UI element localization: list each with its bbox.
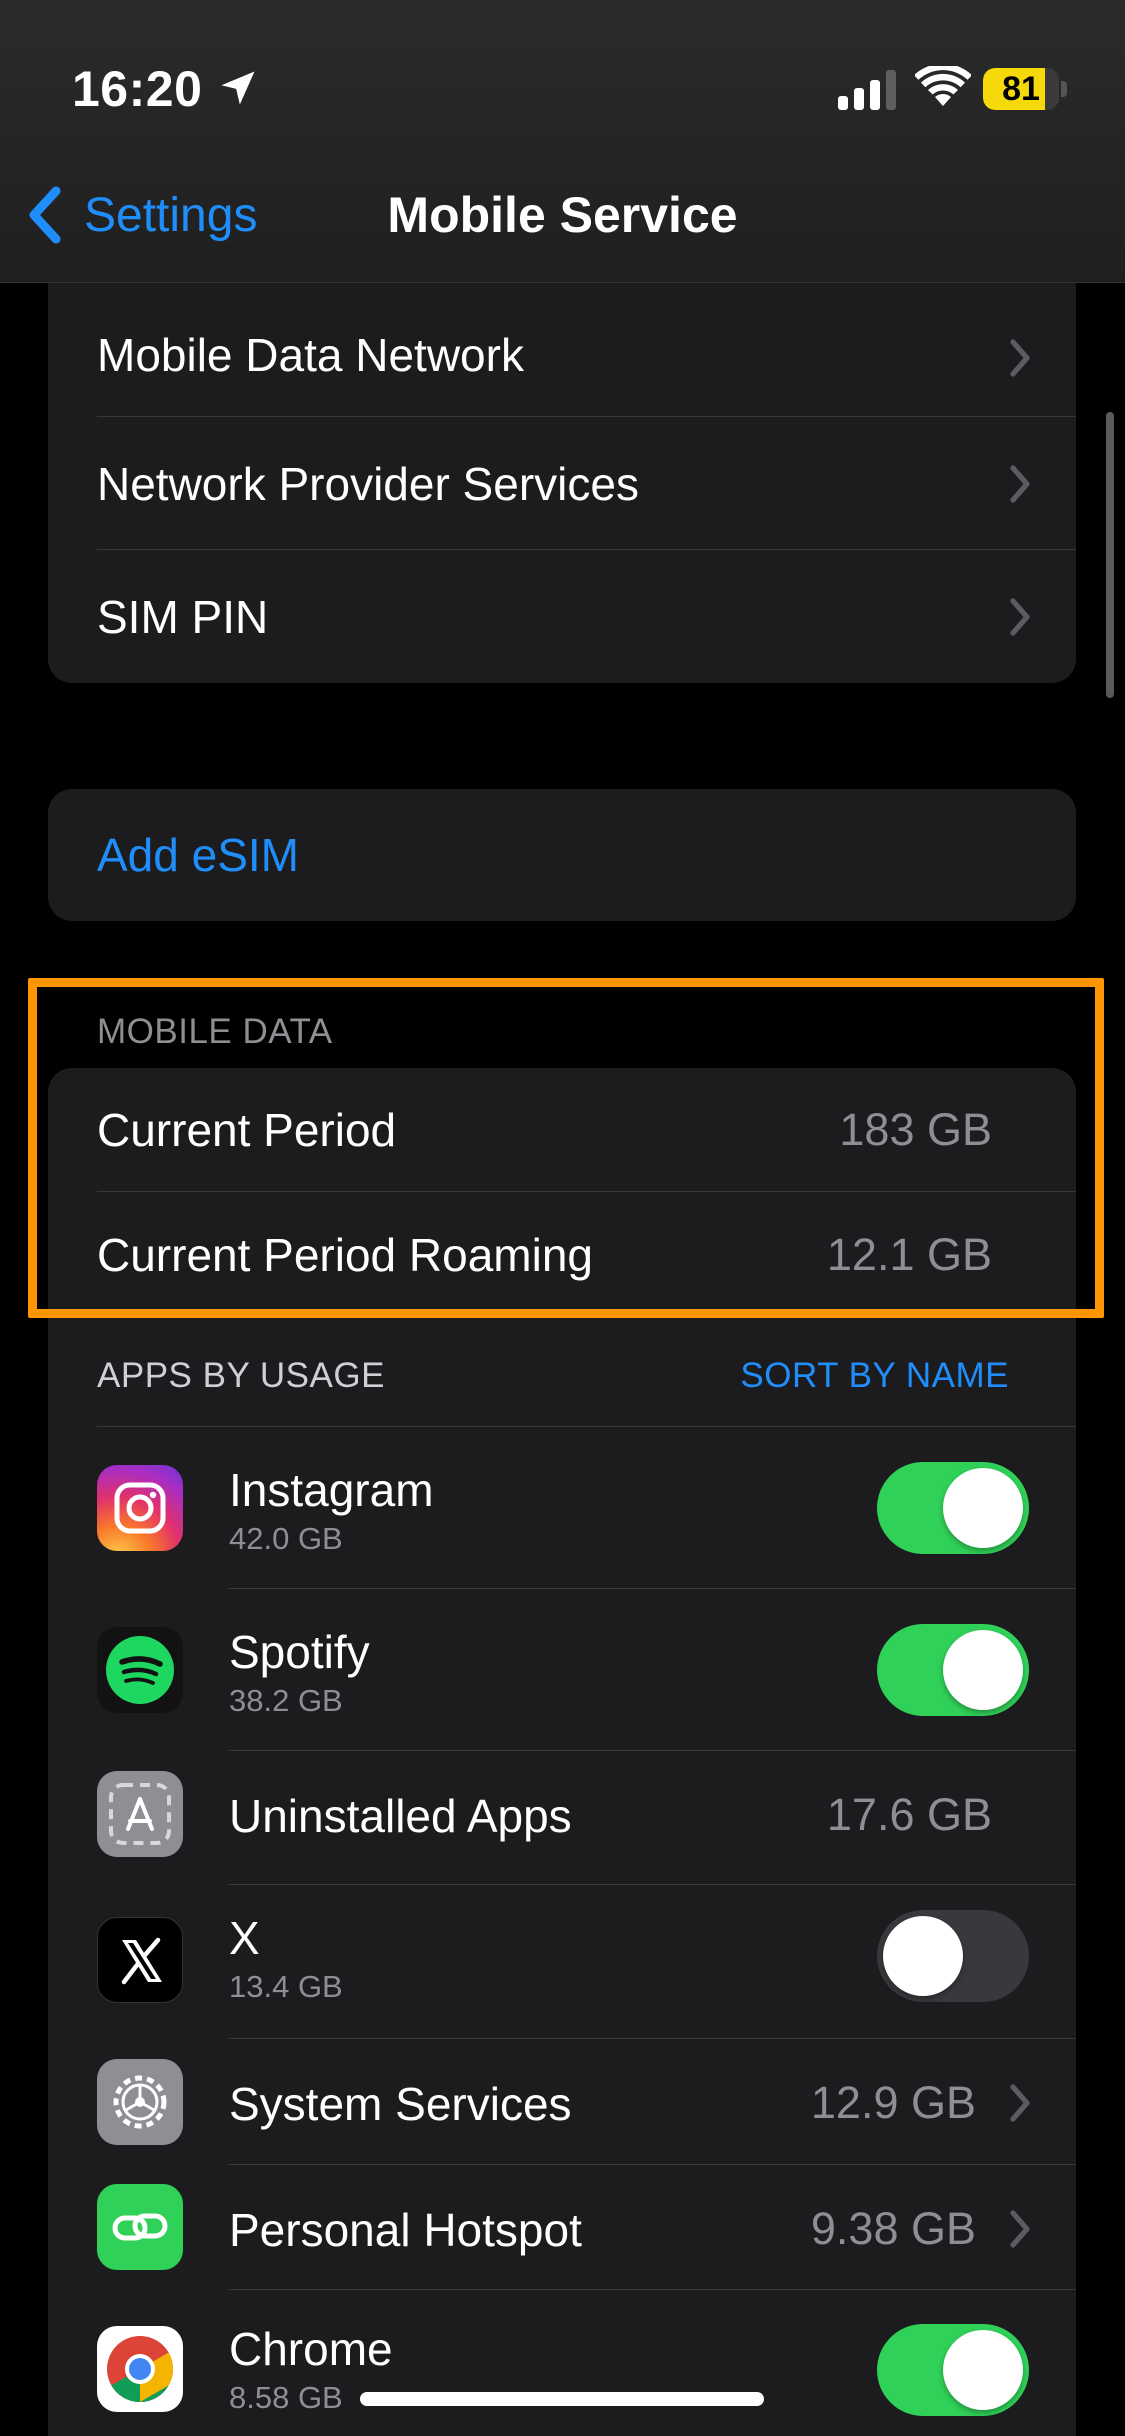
app-size: 38.2 GB xyxy=(229,1683,343,1718)
sort-by-name-button[interactable]: SORT BY NAME xyxy=(740,1356,1009,1396)
chevron-right-icon xyxy=(1010,597,1030,636)
app-name: Spotify xyxy=(229,1626,370,1678)
app-name: System Services xyxy=(229,2078,572,2130)
app-name: Uninstalled Apps xyxy=(229,1790,572,1842)
chevron-right-icon xyxy=(1010,464,1030,503)
app-size: 42.0 GB xyxy=(229,1521,343,1556)
app-row-system-services[interactable]: System Services 12.9 GB xyxy=(48,2039,1076,2165)
spotify-icon xyxy=(97,1627,183,1713)
list-item-network-provider-services[interactable]: Network Provider Services xyxy=(48,417,1076,550)
apps-by-usage-header: APPS BY USAGE xyxy=(97,1356,385,1395)
chevron-right-icon xyxy=(1010,2084,1030,2122)
top-bar: 16:20 81 Settings Mobile Service xyxy=(0,0,1125,283)
add-esim-group: Add eSIM xyxy=(48,789,1076,921)
x-toggle[interactable] xyxy=(877,1910,1029,2002)
app-name: X xyxy=(229,1912,260,1964)
chevron-right-icon xyxy=(1010,2210,1030,2248)
app-row-personal-hotspot[interactable]: Personal Hotspot 9.38 GB xyxy=(48,2165,1076,2290)
app-name: Instagram xyxy=(229,1464,434,1516)
row-label: SIM PIN xyxy=(97,590,269,643)
app-row-uninstalled-apps: Uninstalled Apps 17.6 GB xyxy=(48,1751,1076,1885)
add-esim-label: Add eSIM xyxy=(97,829,299,881)
app-row-instagram: Instagram 42.0 GB xyxy=(48,1427,1076,1589)
list-item-sim-pin[interactable]: SIM PIN xyxy=(48,550,1076,683)
battery-percentage: 81 xyxy=(1002,70,1040,108)
home-indicator[interactable] xyxy=(360,2392,764,2406)
app-row-x: X 13.4 GB xyxy=(48,1885,1076,2039)
location-arrow-icon xyxy=(221,71,255,105)
chrome-icon xyxy=(97,2326,183,2412)
app-usage-value: 17.6 GB xyxy=(826,1789,992,1840)
app-usage-value: 9.38 GB xyxy=(810,2203,976,2254)
scrollbar[interactable] xyxy=(1106,412,1114,698)
row-label: Network Provider Services xyxy=(97,457,639,510)
spotify-toggle[interactable] xyxy=(877,1624,1029,1716)
highlight-box xyxy=(28,978,1104,1318)
status-time: 16:20 xyxy=(72,61,203,117)
x-icon xyxy=(97,1917,183,2003)
app-usage-value: 12.9 GB xyxy=(810,2077,976,2128)
app-row-spotify: Spotify 38.2 GB xyxy=(48,1589,1076,1751)
app-size: 8.58 GB xyxy=(229,2380,343,2415)
app-name: Personal Hotspot xyxy=(229,2204,582,2256)
add-esim-button[interactable]: Add eSIM xyxy=(48,789,1076,921)
instagram-toggle[interactable] xyxy=(877,1462,1029,1554)
app-name: Chrome xyxy=(229,2323,393,2375)
chevron-right-icon xyxy=(1010,339,1030,377)
network-settings-group: Mobile Data Network Network Provider Ser… xyxy=(48,224,1076,683)
wifi-icon xyxy=(915,66,971,106)
app-size: 13.4 GB xyxy=(229,1969,343,2004)
hotspot-icon xyxy=(97,2184,183,2270)
row-label: Mobile Data Network xyxy=(97,329,524,381)
chrome-toggle[interactable] xyxy=(877,2324,1029,2416)
app-row-chrome: Chrome 8.58 GB xyxy=(48,2290,1076,2436)
uninstalled-apps-icon xyxy=(97,1771,183,1857)
page-title: Mobile Service xyxy=(387,187,738,243)
cellular-signal-icon xyxy=(838,70,896,110)
gear-icon xyxy=(97,2059,183,2145)
battery-indicator: 81 xyxy=(983,68,1067,110)
instagram-icon xyxy=(97,1465,183,1551)
